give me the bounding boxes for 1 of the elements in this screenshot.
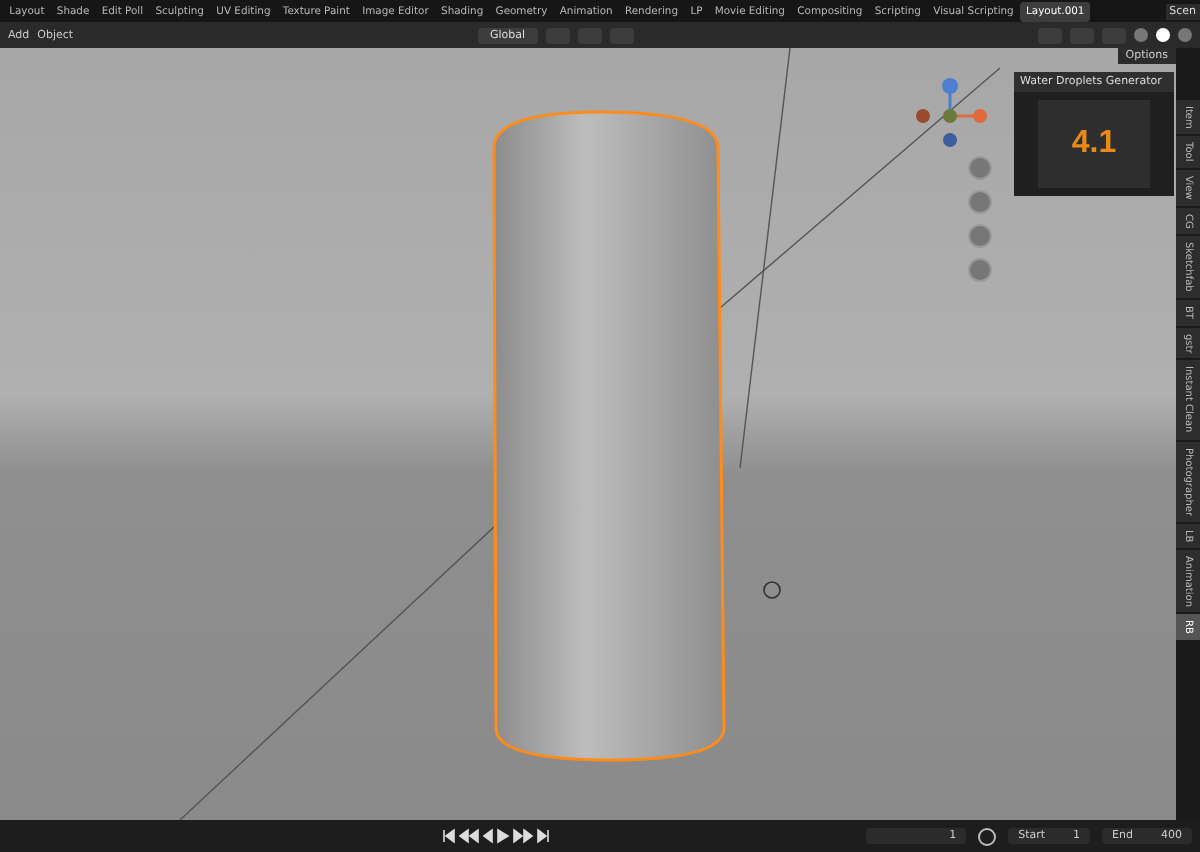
version-text: 4.1 [1071,126,1117,162]
